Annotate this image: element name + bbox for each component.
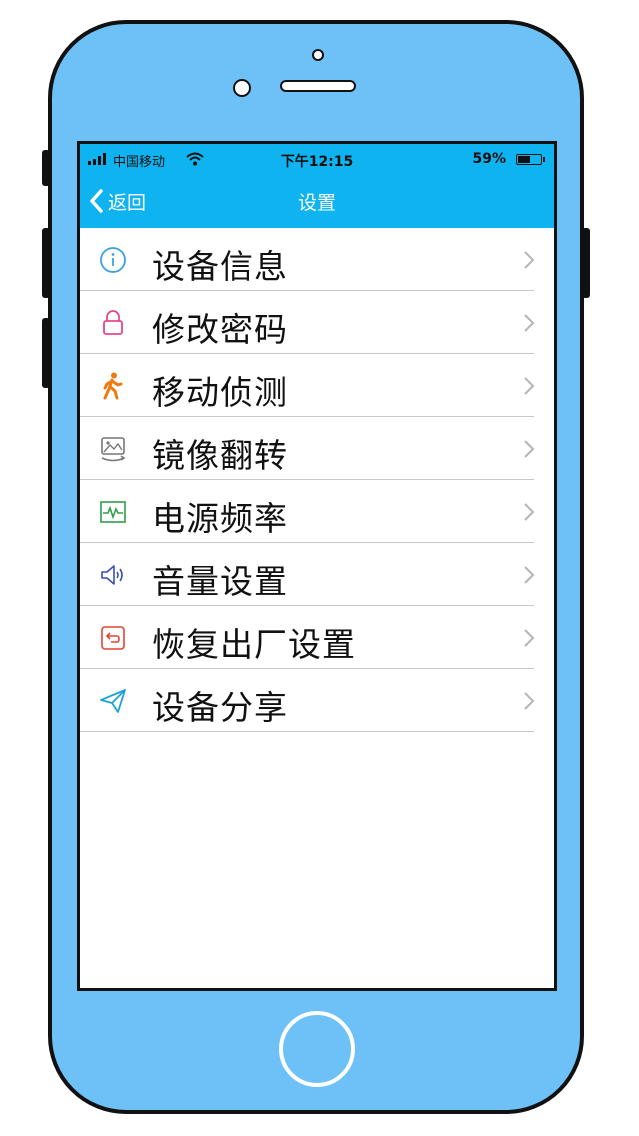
power-button[interactable] xyxy=(582,228,590,298)
volume-down-button[interactable] xyxy=(42,318,50,388)
battery-fill xyxy=(518,156,530,163)
chevron-right-icon xyxy=(524,692,535,710)
battery-icon xyxy=(516,154,545,165)
status-bar: 中国移动 下午12:15 59% xyxy=(80,144,554,174)
battery-percent: 59% xyxy=(472,151,506,167)
menu-item-device-info[interactable]: 设备信息 xyxy=(80,228,554,291)
menu-item-label: 音量设置 xyxy=(152,562,288,601)
menu-item-motion-detection[interactable]: 移动侦测 xyxy=(80,354,554,417)
navigation-bar: 返回 设置 xyxy=(80,174,554,228)
camera-dot xyxy=(233,79,251,97)
chevron-right-icon xyxy=(524,314,535,332)
settings-list: 设备信息 修改密码 移动侦测 镜像翻转 电源频率 音量设置 恢复出厂设置 设备分… xyxy=(80,228,554,732)
waveform-icon xyxy=(100,501,126,523)
menu-item-volume-settings[interactable]: 音量设置 xyxy=(80,543,554,606)
chevron-right-icon xyxy=(524,503,535,521)
chevron-right-icon xyxy=(524,629,535,647)
menu-item-factory-reset[interactable]: 恢复出厂设置 xyxy=(80,606,554,669)
volume-up-button[interactable] xyxy=(42,228,50,298)
walking-person-icon xyxy=(103,372,123,400)
menu-item-power-frequency[interactable]: 电源频率 xyxy=(80,480,554,543)
speaker-icon xyxy=(101,565,123,585)
info-icon xyxy=(100,247,126,273)
sensor-dot xyxy=(312,49,324,61)
reset-icon xyxy=(101,626,125,650)
menu-item-mirror-flip[interactable]: 镜像翻转 xyxy=(80,417,554,480)
chevron-right-icon xyxy=(524,566,535,584)
menu-item-label: 电源频率 xyxy=(152,499,288,538)
home-button[interactable] xyxy=(279,1011,355,1087)
menu-item-label: 恢复出厂设置 xyxy=(152,625,356,664)
chevron-right-icon xyxy=(524,251,535,269)
image-flip-icon xyxy=(101,437,126,462)
menu-item-label: 镜像翻转 xyxy=(152,436,288,475)
chevron-right-icon xyxy=(524,440,535,458)
chevron-right-icon xyxy=(524,377,535,395)
lock-icon xyxy=(103,310,123,335)
menu-item-label: 移动侦测 xyxy=(152,373,288,412)
page-title: 设置 xyxy=(297,192,336,214)
earpiece-speaker xyxy=(280,80,356,92)
screen: 中国移动 下午12:15 59% 返回 设置 设备信息 修改密码 移动侦测 镜像… xyxy=(77,141,557,991)
silent-switch[interactable] xyxy=(42,150,50,186)
paper-plane-icon xyxy=(100,689,126,713)
menu-item-device-share[interactable]: 设备分享 xyxy=(80,669,554,732)
menu-item-label: 设备信息 xyxy=(152,247,288,286)
menu-item-change-password[interactable]: 修改密码 xyxy=(80,291,554,354)
menu-item-label: 设备分享 xyxy=(152,688,288,727)
menu-item-label: 修改密码 xyxy=(152,310,288,349)
